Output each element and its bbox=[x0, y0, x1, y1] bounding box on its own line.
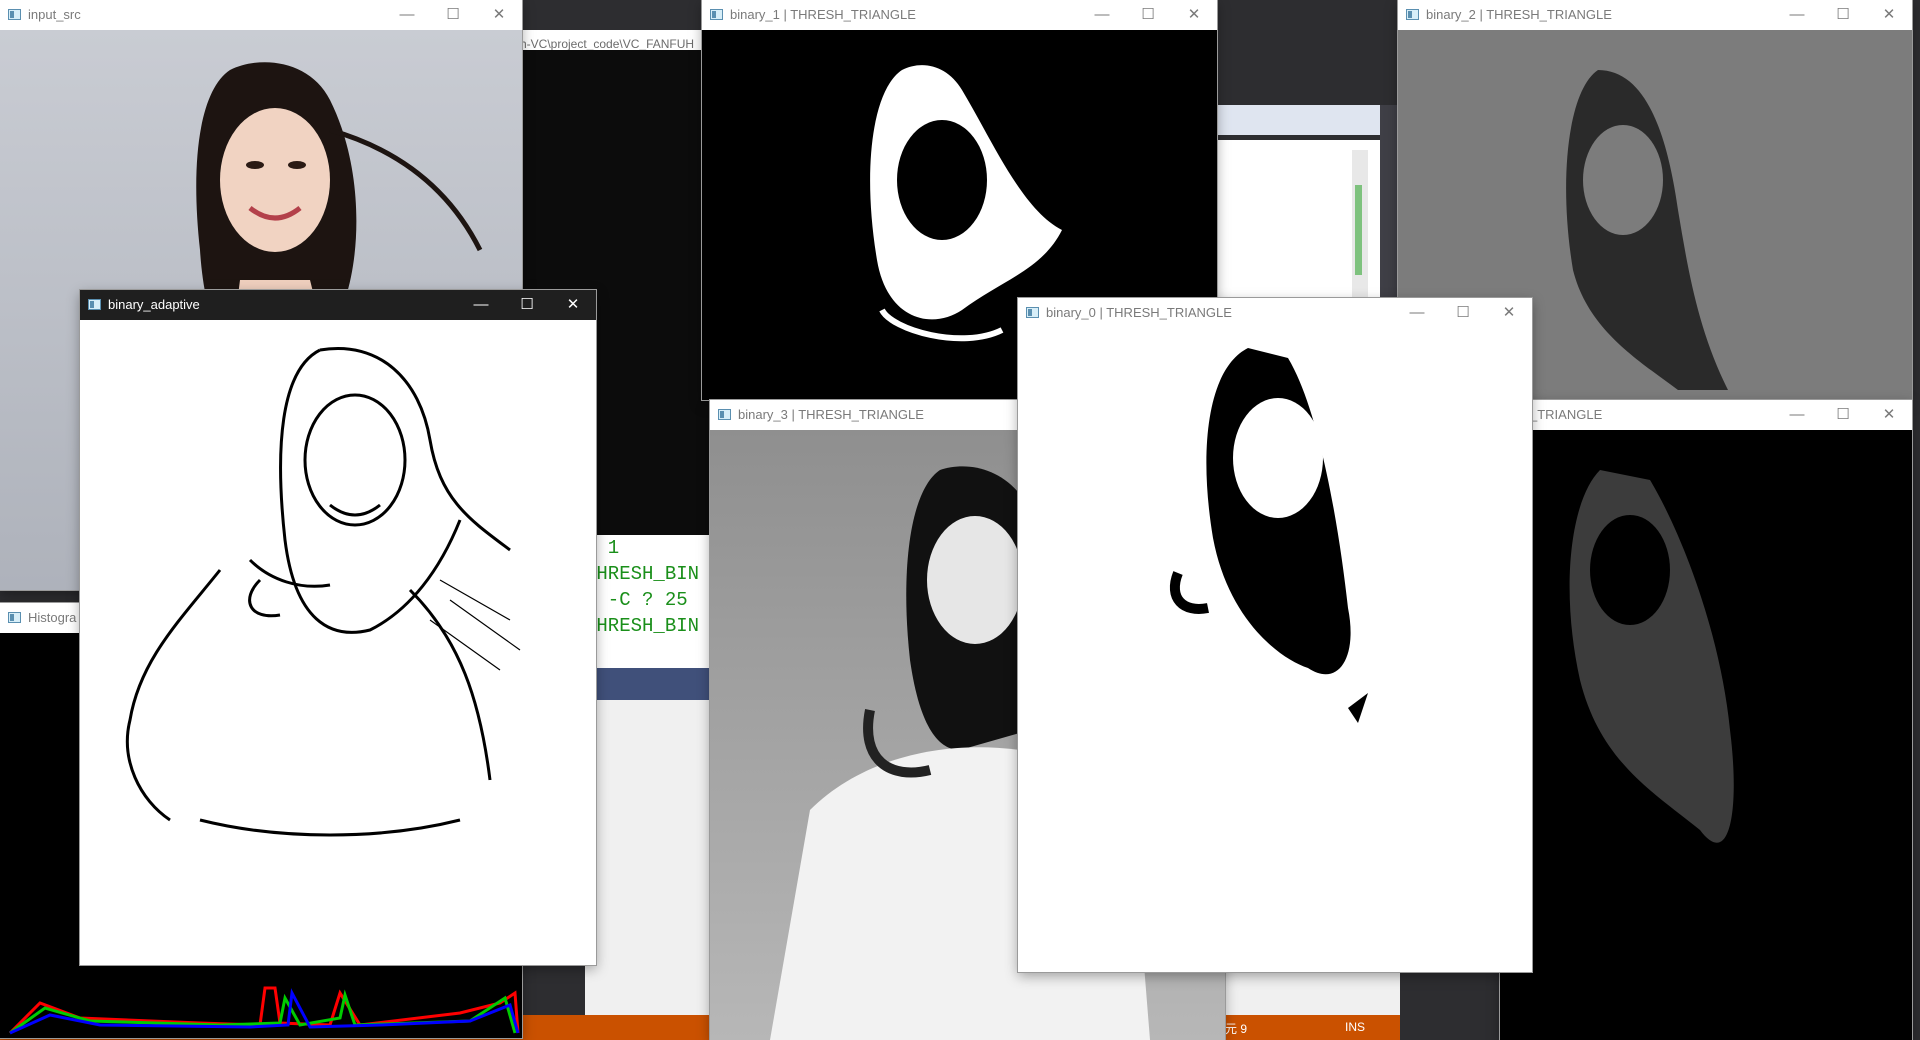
close-button[interactable]: ✕ bbox=[1486, 298, 1532, 328]
status-insert-mode: INS bbox=[1345, 1020, 1366, 1034]
window-binary-0[interactable]: binary_0 | THRESH_TRIANGLE — ☐ ✕ bbox=[1018, 298, 1532, 972]
minimize-button[interactable]: — bbox=[1774, 400, 1820, 430]
ide-toolbar-strip bbox=[585, 668, 710, 703]
ide-panel bbox=[585, 700, 710, 1020]
status-line-col: 元 9 bbox=[1225, 1022, 1248, 1036]
binary-image bbox=[1169, 348, 1368, 723]
titlebar[interactable]: binary_0 | THRESH_TRIANGLE — ☐ ✕ bbox=[1018, 298, 1532, 328]
minimize-button[interactable]: — bbox=[1079, 0, 1125, 30]
window-title: _TRIANGLE bbox=[1530, 407, 1603, 422]
ide-side-strip bbox=[1380, 105, 1400, 305]
titlebar[interactable]: input_src — ☐ ✕ bbox=[0, 0, 522, 30]
titlebar[interactable]: binary_1 | THRESH_TRIANGLE — ☐ ✕ bbox=[702, 0, 1217, 30]
titlebar[interactable]: _TRIANGLE — ☐ ✕ bbox=[1500, 400, 1912, 430]
maximize-button[interactable]: ☐ bbox=[1440, 298, 1486, 328]
window-title: input_src bbox=[28, 7, 81, 22]
ide-scroll-thumb[interactable] bbox=[1355, 185, 1362, 275]
close-button[interactable]: ✕ bbox=[1866, 0, 1912, 30]
ide-bottom-panel bbox=[1215, 970, 1400, 1020]
minimize-button[interactable]: — bbox=[384, 0, 430, 30]
close-button[interactable]: ✕ bbox=[550, 290, 596, 320]
code-line: = 1 bbox=[585, 537, 620, 559]
window-title: binary_0 | THRESH_TRIANGLE bbox=[1046, 305, 1232, 320]
titlebar[interactable]: binary_2 | THRESH_TRIANGLE — ☐ ✕ bbox=[1398, 0, 1912, 30]
code-line: > -C ? 25 bbox=[585, 589, 688, 611]
window-title: binary_1 | THRESH_TRIANGLE bbox=[730, 7, 916, 22]
window-binary-adaptive[interactable]: binary_adaptive — ☐ ✕ bbox=[80, 290, 596, 965]
window-title: binary_2 | THRESH_TRIANGLE bbox=[1426, 7, 1612, 22]
close-button[interactable]: ✕ bbox=[1866, 400, 1912, 430]
app-icon bbox=[8, 612, 21, 623]
maximize-button[interactable]: ☐ bbox=[1125, 0, 1171, 30]
binary-image bbox=[1569, 470, 1734, 843]
window-title: binary_adaptive bbox=[108, 297, 200, 312]
maximize-button[interactable]: ☐ bbox=[1820, 0, 1866, 30]
ide-editor[interactable] bbox=[1215, 140, 1401, 300]
app-icon bbox=[88, 299, 101, 310]
app-icon bbox=[1026, 307, 1039, 318]
adaptive-threshold-image bbox=[125, 347, 521, 837]
minimize-button[interactable]: — bbox=[1394, 298, 1440, 328]
image-canvas bbox=[1500, 430, 1912, 1040]
maximize-button[interactable]: ☐ bbox=[430, 0, 476, 30]
window-title: binary_3 | THRESH_TRIANGLE bbox=[738, 407, 924, 422]
window-binary-4[interactable]: _TRIANGLE — ☐ ✕ bbox=[1500, 400, 1912, 1040]
code-editor: = 1 THRESH_BIN > -C ? 25 THRESH_BIN bbox=[585, 535, 710, 670]
app-icon bbox=[710, 9, 723, 20]
titlebar[interactable]: binary_adaptive — ☐ ✕ bbox=[80, 290, 596, 320]
app-icon bbox=[1406, 9, 1419, 20]
maximize-button[interactable]: ☐ bbox=[1820, 400, 1866, 430]
app-icon bbox=[718, 409, 731, 420]
code-line: THRESH_BIN bbox=[585, 615, 700, 637]
minimize-button[interactable]: — bbox=[1774, 0, 1820, 30]
maximize-button[interactable]: ☐ bbox=[504, 290, 550, 320]
image-canvas bbox=[80, 320, 596, 965]
window-title: Histogra bbox=[28, 610, 77, 625]
close-button[interactable]: ✕ bbox=[1171, 0, 1217, 30]
minimize-button[interactable]: — bbox=[458, 290, 504, 320]
image-canvas bbox=[1018, 328, 1532, 972]
ide-editor-tabbar[interactable] bbox=[1215, 105, 1400, 135]
app-icon bbox=[8, 9, 21, 20]
close-button[interactable]: ✕ bbox=[476, 0, 522, 30]
code-line: THRESH_BIN bbox=[585, 563, 700, 585]
